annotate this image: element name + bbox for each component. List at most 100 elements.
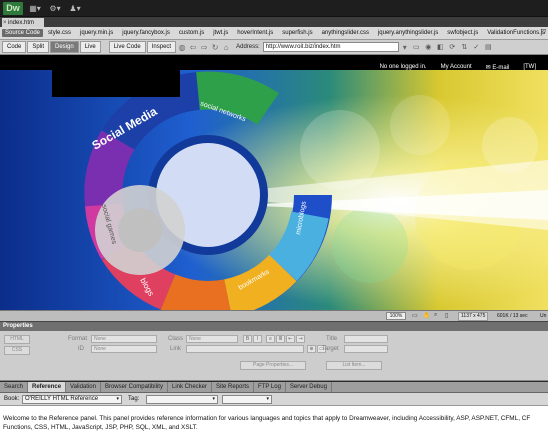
visual-aids-icon[interactable]: ◧ — [435, 43, 446, 51]
html-mode-button[interactable]: HTML — [4, 335, 30, 344]
site-nav: No one logged in. My Account ✉ E-mail [T… — [380, 64, 536, 71]
mobile-size-icon[interactable]: ▯ — [445, 312, 448, 319]
italic-button[interactable]: I — [253, 335, 262, 343]
status-bar: 100% ▭ ✋ ⌕ ▯ 1137 x 475 601K / 13 sec Un — [0, 310, 548, 321]
book-select[interactable]: O'REILLY HTML Reference ▾ — [22, 395, 122, 404]
target-label: Target — [322, 346, 339, 352]
tab-browser-compatibility[interactable]: Browser Compatibility — [101, 382, 168, 392]
format-label: Format — [68, 336, 88, 342]
chevron-down-icon: ▾ — [266, 396, 269, 402]
tab-site-reports[interactable]: Site Reports — [212, 382, 255, 392]
link-label: Link — [170, 346, 182, 352]
target-select[interactable] — [344, 345, 388, 353]
related-files-bar: Source Code style.css jquery.min.js jque… — [0, 27, 548, 40]
link-field[interactable] — [186, 345, 304, 353]
home-icon[interactable]: ⌂ — [221, 43, 231, 52]
code-view-button[interactable]: Code — [2, 41, 27, 53]
logo-placeholder — [52, 55, 180, 97]
title-field[interactable] — [344, 335, 388, 343]
preview-icon[interactable]: ◉ — [423, 43, 434, 51]
select-tool-icon[interactable]: ▭ — [412, 312, 418, 319]
title-label: Title — [326, 336, 338, 342]
related-file[interactable]: jquery.fancybox.js — [122, 30, 170, 36]
tag-label: Tag: — [128, 396, 140, 402]
live-view-button[interactable]: Live — [79, 41, 101, 53]
tab-server-debug[interactable]: Server Debug — [286, 382, 332, 392]
bold-button[interactable]: B — [243, 335, 252, 343]
design-view[interactable]: Social Media social networks blogs socia… — [0, 55, 548, 310]
page-properties-button[interactable]: Page Properties... — [240, 361, 306, 370]
title-icon[interactable]: ▤ — [483, 43, 494, 51]
chevron-down-icon: ▾ — [212, 396, 215, 402]
chevron-down-icon: ▾ — [116, 396, 119, 402]
related-file[interactable]: anythingslider.css — [322, 30, 369, 36]
tab-search[interactable]: Search — [0, 382, 29, 392]
back-icon[interactable]: ⇦ — [188, 43, 198, 52]
css-mode-button[interactable]: CSS — [4, 346, 30, 355]
gear-icon[interactable]: ⚙▾ — [47, 4, 63, 13]
filter-icon[interactable]: ⛉ — [541, 29, 546, 37]
related-file[interactable]: jquery.min.js — [80, 30, 113, 36]
check-page-icon[interactable]: ✓ — [471, 43, 482, 51]
my-account-link[interactable]: My Account — [441, 64, 472, 71]
zoom-select[interactable]: 100% — [386, 312, 406, 320]
related-file[interactable]: jquery.anythingslider.js — [378, 30, 438, 36]
split-view-button[interactable]: Split — [27, 41, 50, 53]
zoom-tool-icon[interactable]: ⌕ — [434, 312, 437, 319]
forward-icon[interactable]: ⇨ — [199, 43, 209, 52]
ordered-list-icon[interactable]: ≣ — [276, 335, 285, 343]
inspect-button[interactable]: Inspect — [146, 41, 177, 53]
address-label: Address: — [236, 44, 260, 50]
tag-select[interactable]: ▾ — [146, 395, 218, 404]
results-panel-tabs: Search Reference Validation Browser Comp… — [0, 382, 548, 393]
live-code-button[interactable]: Live Code — [108, 41, 146, 53]
related-file[interactable]: style.css — [48, 30, 71, 36]
indent-icon[interactable]: ⇥ — [296, 335, 305, 343]
globe-icon[interactable]: ◍ — [177, 43, 187, 52]
class-select[interactable]: None — [186, 335, 238, 343]
tw-link[interactable]: [TW] — [523, 64, 536, 71]
app-bar: Dw ▦▾ ⚙▾ ♟▾ — [0, 0, 548, 16]
refresh-design-icon[interactable]: ⟳ — [447, 43, 458, 51]
related-file[interactable]: hoverIntent.js — [237, 30, 273, 36]
address-field[interactable]: http://www.roit.biz/index.htm — [262, 42, 399, 52]
book-label: Book: — [4, 396, 20, 402]
outdent-icon[interactable]: ⇤ — [286, 335, 295, 343]
properties-header[interactable]: Properties — [0, 321, 548, 331]
related-file[interactable]: custom.js — [179, 30, 204, 36]
window-size[interactable]: 1137 x 475 — [458, 312, 489, 321]
id-select[interactable]: None — [91, 345, 157, 353]
format-select[interactable]: None — [91, 335, 157, 343]
login-status: No one logged in. — [379, 64, 427, 70]
email-link[interactable]: ✉ E-mail — [486, 64, 510, 71]
tab-validation[interactable]: Validation — [66, 382, 101, 392]
related-file[interactable]: ValidationFunctions.js — [487, 30, 545, 36]
attribute-select[interactable]: ▾ — [222, 395, 272, 404]
css-mode-label: CSS — [11, 347, 23, 353]
related-file[interactable]: superfish.js — [282, 30, 312, 36]
tab-reference[interactable]: Reference — [28, 382, 67, 392]
layout-icon[interactable]: ▦▾ — [27, 4, 43, 13]
id-label: ID — [78, 346, 84, 352]
reference-content: Welcome to the Reference panel. This pan… — [0, 406, 548, 443]
tab-ftp-log[interactable]: FTP Log — [254, 382, 286, 392]
related-file[interactable]: swfobject.js — [447, 30, 478, 36]
point-to-file-icon[interactable]: ⊕ — [307, 345, 316, 353]
user-icon[interactable]: ♟▾ — [67, 4, 83, 13]
tab-link-checker[interactable]: Link Checker — [168, 382, 212, 392]
class-label: Class — [168, 336, 184, 342]
file-management-icon[interactable]: ⇅ — [459, 43, 470, 51]
refresh-icon[interactable]: ↻ — [210, 43, 220, 52]
list-item-button[interactable]: List Item... — [326, 361, 382, 370]
source-code-button[interactable]: Source Code — [2, 29, 44, 37]
design-view-button[interactable]: Design — [50, 41, 79, 53]
book-value: O'REILLY HTML Reference — [25, 396, 99, 402]
multiscreen-icon[interactable]: ▭ — [411, 43, 422, 51]
unordered-list-icon[interactable]: ≡ — [266, 335, 275, 343]
address-dropdown-icon[interactable]: ▾ — [400, 43, 410, 52]
hand-tool-icon[interactable]: ✋ — [423, 312, 430, 319]
document-toolbar: Code Split Design Live Live Code Inspect… — [0, 40, 548, 55]
dreamweaver-logo: Dw — [3, 1, 23, 15]
html-mode-label: HTML — [10, 336, 24, 342]
related-file[interactable]: jtwt.js — [213, 30, 228, 36]
